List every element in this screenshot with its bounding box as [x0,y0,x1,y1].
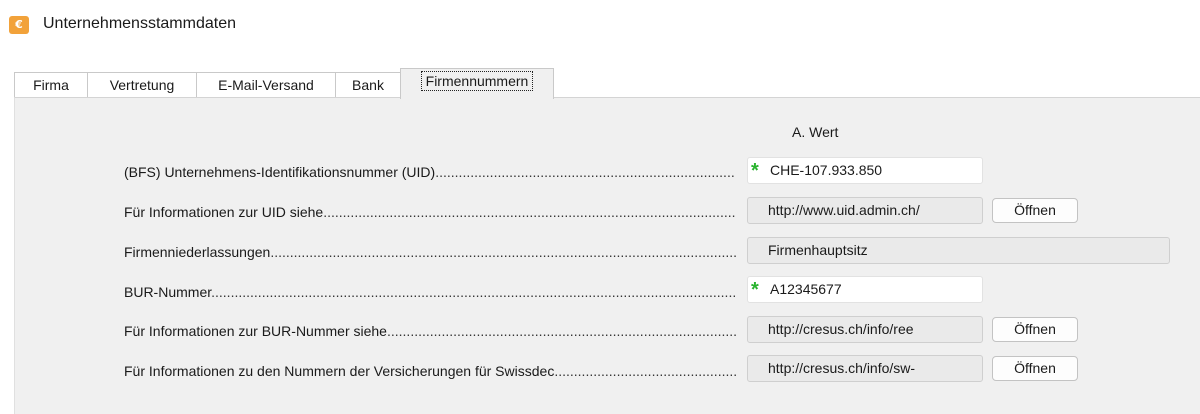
open-uid-url-button[interactable]: Öffnen [992,198,1078,223]
label-text: Für Informationen zur BUR-Nummer siehe [124,323,387,339]
bur-info-url-field: http://cresus.ch/info/ree [747,316,983,343]
uid-info-url-field: http://www.uid.admin.ch/ [747,197,983,224]
leader-dots: ........................................… [386,323,736,339]
field-value: http://www.uid.admin.ch/ [768,202,920,218]
leader-dots: ........................................… [323,204,736,220]
row-label-swissdec-info: Für Informationen zu den Nummern der Ver… [124,361,736,381]
tab-label: Firma [33,77,69,93]
tab-label: E-Mail-Versand [218,77,314,93]
field-value: http://cresus.ch/info/sw- [768,360,916,376]
leader-dots: ........................................… [211,284,736,300]
leader-dots: ........................................… [554,363,736,379]
label-text: BUR-Nummer [124,284,212,300]
leader-dots: ........................................… [270,244,736,260]
field-value: CHE-107.933.850 [770,162,883,178]
required-asterisk-icon: * [751,279,759,301]
open-swissdec-url-button[interactable]: Öffnen [992,356,1078,381]
swissdec-info-url-field: http://cresus.ch/info/sw- [747,355,983,382]
row-label-bur-info: Für Informationen zur BUR-Nummer siehe..… [124,321,736,341]
row-label-uid-info: Für Informationen zur UID siehe.........… [124,202,736,222]
tab-firma[interactable]: Firma [14,72,88,98]
label-text: (BFS) Unternehmens-Identifikationsnummer… [124,164,436,180]
window-title: Unternehmensstammdaten [43,15,236,32]
tab-label: Firmennummern [420,71,534,91]
uid-input[interactable]: * CHE-107.933.850 [747,157,983,184]
field-value: A12345677 [770,281,842,297]
title-bar: € Unternehmensstammdaten [0,0,1200,46]
tab-label: Vertretung [109,77,175,93]
field-value: Firmenhauptsitz [768,242,868,258]
row-label-bur: BUR-Nummer..............................… [124,282,736,302]
app-logo-icon: € [9,16,29,34]
label-text: Für Informationen zu den Nummern der Ver… [124,363,555,379]
bur-number-input[interactable]: * A12345677 [747,276,983,303]
tab-firmennummern[interactable]: Firmennummern [400,68,554,99]
required-asterisk-icon: * [751,160,759,182]
label-text: Firmenniederlassungen [124,244,271,260]
leader-dots: ........................................… [435,164,736,180]
tab-label: Bank [352,77,384,93]
field-value: http://cresus.ch/info/ree [768,321,914,337]
tab-e-mail-versand[interactable]: E-Mail-Versand [196,72,336,98]
firmenniederlassungen-field[interactable]: Firmenhauptsitz [747,237,1170,264]
column-header: A. Wert [792,124,839,140]
open-bur-url-button[interactable]: Öffnen [992,317,1078,342]
window: € Unternehmensstammdaten Firma Vertretun… [0,0,1200,414]
row-label-niederlassungen: Firmenniederlassungen...................… [124,242,736,262]
row-label-uid: (BFS) Unternehmens-Identifikationsnummer… [124,162,736,182]
tab-vertretung[interactable]: Vertretung [87,72,197,98]
label-text: Für Informationen zur UID siehe [124,204,324,220]
tab-bank[interactable]: Bank [335,72,401,98]
